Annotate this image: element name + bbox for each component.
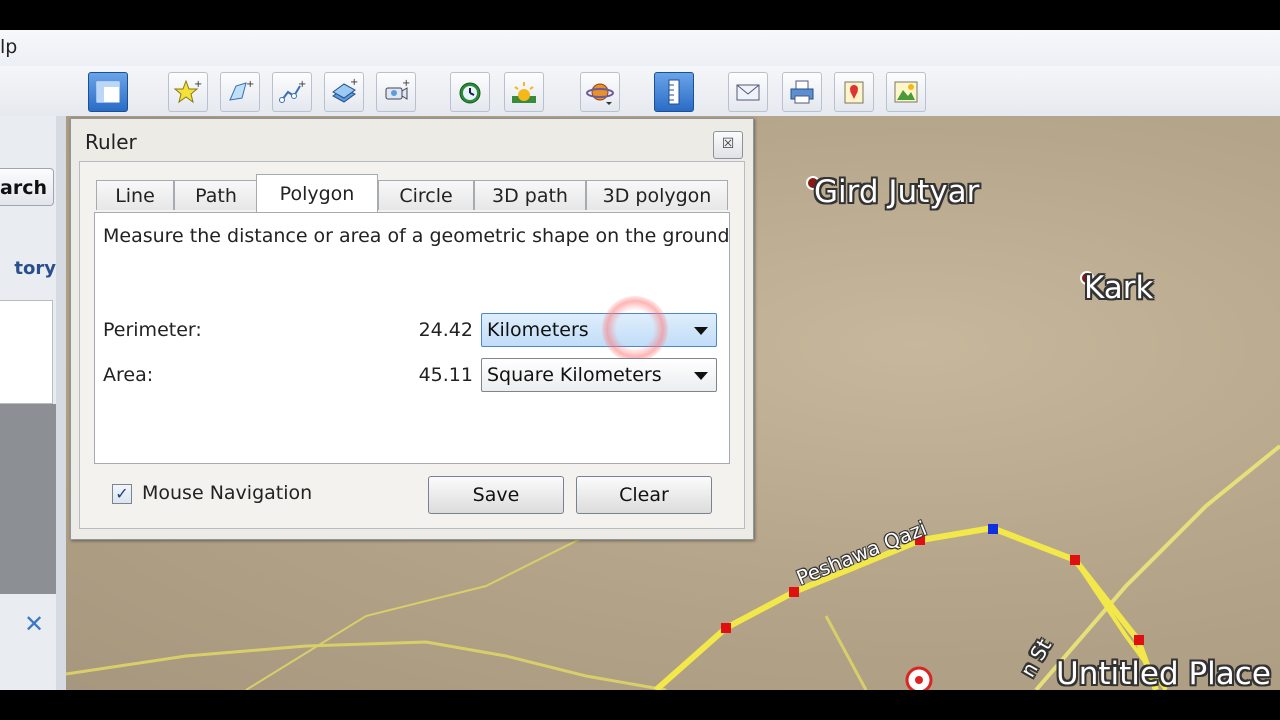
- search-results-list[interactable]: [0, 300, 53, 404]
- clear-button[interactable]: Clear: [576, 476, 712, 514]
- minor-road: [245, 515, 687, 690]
- tab-3d-polygon[interactable]: 3D polygon: [586, 180, 728, 210]
- ruler-body: Line Path Polygon Circle 3D path 3D poly…: [79, 161, 745, 529]
- polygon-vertex[interactable]: [721, 623, 731, 633]
- polygon-vertex[interactable]: [1070, 555, 1080, 565]
- minor-road: [824, 615, 868, 690]
- save-image-icon: [894, 81, 918, 103]
- clock-icon: [459, 82, 481, 104]
- close-icon[interactable]: ✕: [22, 612, 46, 636]
- letterbox-bottom: [0, 690, 1280, 720]
- ruler-icon: [668, 79, 680, 105]
- search-button[interactable]: arch: [0, 168, 54, 206]
- svg-text:+: +: [298, 79, 306, 90]
- print-button[interactable]: [782, 72, 822, 112]
- add-polygon-button[interactable]: +: [220, 72, 260, 112]
- tab-line[interactable]: Line: [96, 180, 174, 210]
- toolbar: + + + + +: [0, 66, 1280, 117]
- chevron-down-icon: [694, 327, 708, 335]
- area-unit-select[interactable]: Square Kilometers: [481, 358, 717, 392]
- area-unit-value: Square Kilometers: [487, 364, 662, 386]
- svg-text:+: +: [350, 78, 358, 88]
- save-image-button[interactable]: [886, 72, 926, 112]
- print-icon: [790, 80, 814, 104]
- menu-help[interactable]: lp: [0, 36, 17, 58]
- add-placemark-button[interactable]: +: [168, 72, 208, 112]
- image-overlay-icon: +: [332, 78, 358, 103]
- chevron-down-icon: [694, 372, 708, 380]
- place-label-untitled[interactable]: Untitled Place: [1056, 656, 1271, 690]
- sidebar-icon: [96, 81, 120, 103]
- email-icon: [736, 84, 760, 101]
- email-button[interactable]: [728, 72, 768, 112]
- dialog-title: Ruler: [85, 130, 137, 154]
- sidebar-toggle-button[interactable]: [88, 72, 128, 112]
- add-image-overlay-button[interactable]: +: [324, 72, 364, 112]
- add-path-button[interactable]: +: [272, 72, 312, 112]
- polygon-icon: +: [229, 79, 254, 101]
- record-tour-icon: +: [385, 78, 410, 100]
- letterbox-top: [0, 0, 1280, 30]
- ruler-dialog: Ruler ☒ Line Path Polygon Circle 3D path…: [70, 118, 754, 540]
- tab-circle[interactable]: Circle: [378, 180, 474, 210]
- svg-text:+: +: [194, 79, 202, 90]
- maps-icon: [844, 81, 864, 104]
- area-label: Area:: [103, 364, 154, 386]
- place-label-gird-jutyar[interactable]: Gird Jutyar: [814, 174, 979, 210]
- mouse-navigation-label[interactable]: Mouse Navigation: [142, 482, 312, 504]
- tab-polygon[interactable]: Polygon: [256, 174, 378, 212]
- view-in-maps-button[interactable]: [834, 72, 874, 112]
- switch-planet-button[interactable]: [580, 72, 620, 112]
- placemark-icon: +: [174, 79, 202, 104]
- history-link[interactable]: tory: [0, 258, 56, 279]
- svg-text:+: +: [402, 78, 410, 89]
- panel-splitter[interactable]: [56, 116, 66, 690]
- tab-panel-polygon: Measure the distance or area of a geomet…: [94, 212, 730, 464]
- sunlight-button[interactable]: [504, 72, 544, 112]
- tab-description: Measure the distance or area of a geomet…: [103, 225, 730, 247]
- perimeter-unit-select[interactable]: Kilometers: [481, 296, 717, 362]
- polygon-vertex[interactable]: [1134, 635, 1144, 645]
- sun-icon: [512, 82, 536, 103]
- tab-path[interactable]: Path: [174, 180, 258, 210]
- ruler-button[interactable]: [654, 72, 694, 112]
- polygon-vertex[interactable]: [789, 587, 799, 597]
- minor-road: [66, 640, 667, 690]
- menu-bar: lp: [0, 30, 1280, 67]
- perimeter-value: 24.42: [418, 319, 473, 341]
- places-panel-divider: [0, 404, 56, 594]
- perimeter-unit-value: Kilometers: [487, 319, 589, 341]
- svg-text:+: +: [246, 79, 254, 90]
- minor-road: [1034, 444, 1280, 690]
- perimeter-label: Perimeter:: [103, 319, 202, 341]
- close-icon[interactable]: ☒: [713, 131, 743, 159]
- polygon-vertex-active[interactable]: [988, 524, 998, 534]
- record-tour-button[interactable]: +: [376, 72, 416, 112]
- save-button[interactable]: Save: [428, 476, 564, 514]
- tab-3d-path[interactable]: 3D path: [474, 180, 586, 210]
- cursor-highlight: [602, 296, 668, 362]
- historical-imagery-button[interactable]: [450, 72, 490, 112]
- area-value: 45.11: [418, 364, 473, 386]
- place-label-kark[interactable]: Kark: [1084, 270, 1153, 306]
- placemark-target-dot: [915, 676, 923, 684]
- path-icon: +: [279, 79, 306, 103]
- mouse-navigation-checkbox[interactable]: ✓: [112, 484, 132, 504]
- planet-icon: [586, 83, 614, 105]
